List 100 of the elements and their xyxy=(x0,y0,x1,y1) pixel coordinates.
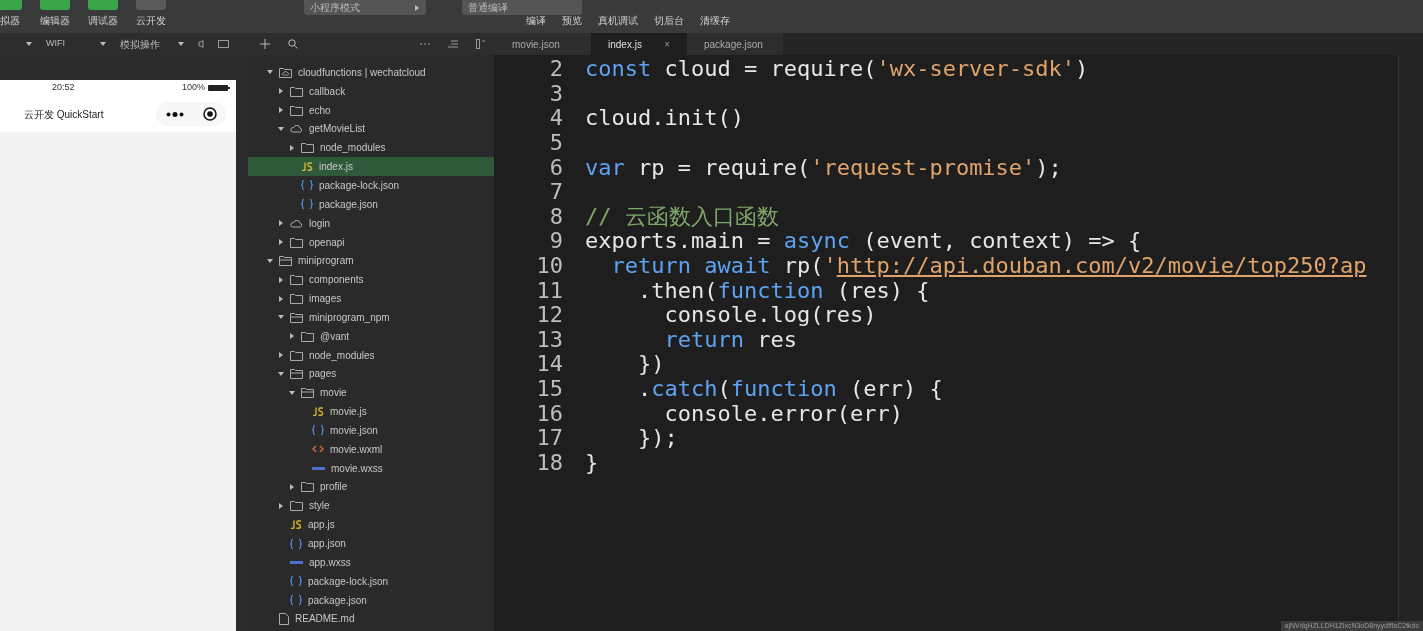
file-tree-item[interactable]: node_modules xyxy=(248,138,494,158)
code-line: return res xyxy=(663,328,797,351)
editor-tab[interactable]: index.js × xyxy=(591,33,687,55)
file-name: miniprogram xyxy=(298,254,354,269)
file-tree-item[interactable]: app.json xyxy=(248,534,494,553)
file-tree-item[interactable]: movie.js xyxy=(248,402,494,422)
line-number: 3 xyxy=(548,82,564,105)
file-tree-item[interactable]: openapi xyxy=(248,232,494,252)
toolbar-button[interactable]: 编辑器 xyxy=(40,2,70,28)
file-name: cloudfunctions | wechatcloud xyxy=(298,65,426,80)
add-icon[interactable] xyxy=(260,39,270,49)
file-tree-item[interactable]: images xyxy=(248,289,494,308)
file-tree-item[interactable]: app.js xyxy=(248,515,494,535)
operation-select[interactable]: 模拟操作 xyxy=(120,36,184,52)
braces-icon xyxy=(290,576,302,587)
file-tree-item[interactable]: cloudfunctions | wechatcloud xyxy=(248,63,494,82)
network-select[interactable]: WIFI xyxy=(46,37,106,51)
collapsed-arrow-icon[interactable] xyxy=(414,4,420,11)
compile-select[interactable]: 普通编译 xyxy=(462,0,582,15)
expanded-arrow-icon[interactable] xyxy=(267,69,273,76)
expanded-arrow-icon[interactable] xyxy=(178,41,184,47)
line-number: 8 xyxy=(548,205,564,228)
split-icon[interactable] xyxy=(476,39,485,49)
file-tree-item[interactable]: miniprogram xyxy=(248,251,494,271)
collapsed-arrow-icon[interactable] xyxy=(289,484,295,490)
file-tree-item[interactable]: @vant xyxy=(248,326,494,346)
editor-tab[interactable]: movie.json xyxy=(495,33,591,55)
file-tree-item[interactable]: echo xyxy=(248,100,494,120)
js-file-icon xyxy=(312,407,324,417)
file-tree-item[interactable]: README.md xyxy=(248,609,494,629)
file-name: @vant xyxy=(320,329,350,344)
collapsed-arrow-icon[interactable] xyxy=(278,352,284,359)
editor-tab[interactable]: package.json xyxy=(687,33,783,55)
collapsed-arrow-icon[interactable] xyxy=(278,220,284,227)
file-tree-item[interactable]: miniprogram_npm xyxy=(248,307,494,327)
capsule-menu[interactable] xyxy=(156,102,226,126)
more-icon[interactable] xyxy=(165,111,184,117)
mode-select[interactable]: 小程序模式 xyxy=(304,0,426,15)
toolbar-action[interactable]: 预览 xyxy=(562,13,582,28)
file-tree-item[interactable]: package-lock.json xyxy=(248,571,494,591)
toolbar-action[interactable]: 编译 xyxy=(526,13,546,28)
file-tree-item[interactable]: movie.json xyxy=(248,421,494,440)
file-tree-item[interactable]: movie.wxss xyxy=(248,458,494,478)
file-tree-item[interactable]: pages xyxy=(248,364,494,384)
toolbar-action[interactable]: 切后台 xyxy=(654,13,684,28)
expanded-arrow-icon[interactable] xyxy=(278,125,284,132)
file-name: getMovieList xyxy=(309,122,366,137)
line-number: 13 xyxy=(535,328,564,351)
code-line: // 云函数入口函数 xyxy=(585,205,779,228)
collapsed-arrow-icon[interactable] xyxy=(289,144,295,151)
collapsed-arrow-icon[interactable] xyxy=(278,107,284,114)
expanded-arrow-icon[interactable] xyxy=(278,370,284,377)
toolbar-button[interactable]: 云开发 xyxy=(136,2,166,28)
file-tree-item[interactable]: movie xyxy=(248,383,494,403)
folder-icon xyxy=(301,481,314,493)
toolbar-action[interactable]: 真机调试 xyxy=(598,13,638,28)
collapsed-arrow-icon[interactable] xyxy=(278,502,284,509)
code-line: }) xyxy=(636,353,665,376)
file-tree-item[interactable]: node_modules xyxy=(248,345,494,365)
collapsed-arrow-icon[interactable] xyxy=(289,333,295,340)
expanded-arrow-icon[interactable] xyxy=(100,41,106,47)
code-line: .catch(function (err) { xyxy=(636,378,943,400)
file-name: echo xyxy=(309,103,331,118)
toolbar-button[interactable]: 调试器 xyxy=(88,2,118,28)
close-icon[interactable] xyxy=(202,107,217,121)
file-tree-item[interactable]: login xyxy=(248,213,494,233)
file-tree-item[interactable]: style xyxy=(248,496,494,516)
collapsed-arrow-icon[interactable] xyxy=(278,239,284,245)
toolbar-action[interactable]: 清缓存 xyxy=(700,13,730,28)
collapsed-arrow-icon[interactable] xyxy=(278,276,284,283)
toolbar-button[interactable]: 拟器 xyxy=(0,2,22,28)
expanded-arrow-icon[interactable] xyxy=(289,389,295,396)
button-tile xyxy=(88,0,118,10)
folder-icon xyxy=(290,104,303,116)
file-tree-item[interactable]: index.js xyxy=(248,157,494,177)
expanded-arrow-icon[interactable] xyxy=(267,257,273,264)
window-icon[interactable] xyxy=(218,40,229,48)
folder-icon xyxy=(290,293,303,305)
braces-icon xyxy=(301,199,313,210)
file-tree-item[interactable]: package.json xyxy=(248,194,494,214)
file-tree-item[interactable]: getMovieList xyxy=(248,119,494,139)
status-time: 20:52 xyxy=(52,81,75,95)
code-line: }); xyxy=(636,427,678,450)
search-icon[interactable] xyxy=(288,39,298,49)
file-name: images xyxy=(309,292,342,307)
expanded-arrow-icon[interactable] xyxy=(26,41,32,47)
collapsed-arrow-icon[interactable] xyxy=(278,88,284,95)
file-tree-item[interactable]: package-lock.json xyxy=(248,176,494,195)
braces-icon xyxy=(290,538,302,549)
file-tree-item[interactable]: callback xyxy=(248,81,494,101)
collapsed-arrow-icon[interactable] xyxy=(278,295,284,302)
file-tree-item[interactable]: components xyxy=(248,270,494,290)
file-tree-item[interactable]: profile xyxy=(248,477,494,497)
page-title: 云开发 QuickStart xyxy=(24,107,104,122)
expanded-arrow-icon[interactable] xyxy=(278,314,284,321)
file-tree-item[interactable]: package.json xyxy=(248,590,494,610)
file-tree-item[interactable]: app.wxss xyxy=(248,552,494,572)
file-tree-item[interactable]: movie.wxml xyxy=(248,439,494,459)
speaker-icon[interactable] xyxy=(198,40,204,48)
tab-close-icon[interactable]: × xyxy=(664,36,670,52)
